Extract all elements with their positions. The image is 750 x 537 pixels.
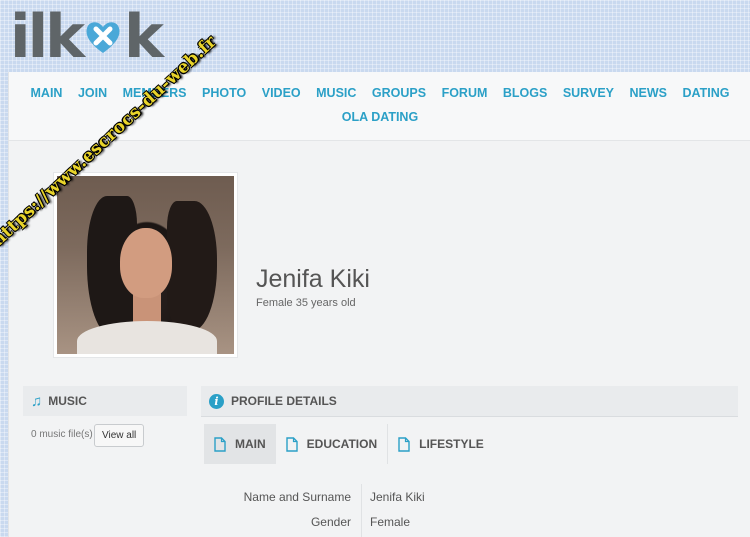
nav-row-1: MAIN JOIN MEMBERS PHOTO VIDEO MUSIC GROU… xyxy=(9,86,750,100)
profile-name: Jenifa Kiki xyxy=(256,265,370,293)
nav-join[interactable]: JOIN xyxy=(78,86,107,100)
nav-dating[interactable]: DATING xyxy=(682,86,729,100)
field-separator xyxy=(361,484,362,537)
music-panel-title: MUSIC xyxy=(48,394,87,408)
nav-video[interactable]: VIDEO xyxy=(262,86,301,100)
profile-tabs: MAIN EDUCATION LIFESTYLE xyxy=(204,424,494,464)
nav-ola-dating[interactable]: OLA DATING xyxy=(342,110,418,124)
nav-forum[interactable]: FORUM xyxy=(442,86,488,100)
nav-music[interactable]: MUSIC xyxy=(316,86,356,100)
tab-education-label: EDUCATION xyxy=(306,437,378,451)
logo-text-right: k xyxy=(124,2,164,72)
nav-groups[interactable]: GROUPS xyxy=(372,86,426,100)
tab-main-label: MAIN xyxy=(235,437,266,451)
tab-lifestyle-label: LIFESTYLE xyxy=(419,437,484,451)
page-container: MAIN JOIN MEMBERS PHOTO VIDEO MUSIC GROU… xyxy=(8,72,750,537)
avatar-face xyxy=(120,228,172,298)
view-all-button[interactable]: View all xyxy=(94,424,145,447)
nav-blogs[interactable]: BLOGS xyxy=(503,86,547,100)
music-count: 0 music file(s) xyxy=(31,429,93,440)
avatar[interactable] xyxy=(57,176,234,354)
field-label-gender: Gender xyxy=(310,515,351,529)
music-panel-header: ♫ MUSIC xyxy=(23,386,187,416)
nav-main[interactable]: MAIN xyxy=(31,86,63,100)
nav-members[interactable]: MEMBERS xyxy=(123,86,187,100)
profile-details-header: i PROFILE DETAILS xyxy=(201,386,738,417)
site-logo[interactable]: ilk k xyxy=(10,2,164,72)
document-icon xyxy=(214,436,226,452)
document-icon xyxy=(398,436,410,452)
nav-news[interactable]: NEWS xyxy=(629,86,667,100)
tab-main[interactable]: MAIN xyxy=(204,424,276,464)
info-icon: i xyxy=(209,393,224,409)
main-nav: MAIN JOIN MEMBERS PHOTO VIDEO MUSIC GROU… xyxy=(9,72,750,141)
avatar-frame xyxy=(53,172,238,358)
heart-logo-icon xyxy=(86,22,120,53)
field-value-name: Jenifa Kiki xyxy=(370,490,425,504)
profile-details-title: PROFILE DETAILS xyxy=(231,394,337,408)
tab-education[interactable]: EDUCATION xyxy=(276,424,389,464)
nav-survey[interactable]: SURVEY xyxy=(563,86,614,100)
field-value-gender: Female xyxy=(370,515,411,529)
avatar-shirt xyxy=(77,321,217,354)
avatar-hair-right xyxy=(167,201,217,331)
nav-photo[interactable]: PHOTO xyxy=(202,86,246,100)
profile-subtitle: Female 35 years old xyxy=(256,297,356,309)
nav-row-2: OLA DATING xyxy=(9,110,750,124)
document-icon xyxy=(285,436,298,452)
field-label-name: Name and Surname xyxy=(243,490,351,504)
music-note-icon: ♫ xyxy=(31,392,43,410)
tab-lifestyle[interactable]: LIFESTYLE xyxy=(388,424,494,464)
logo-text-left: ilk xyxy=(10,2,85,72)
